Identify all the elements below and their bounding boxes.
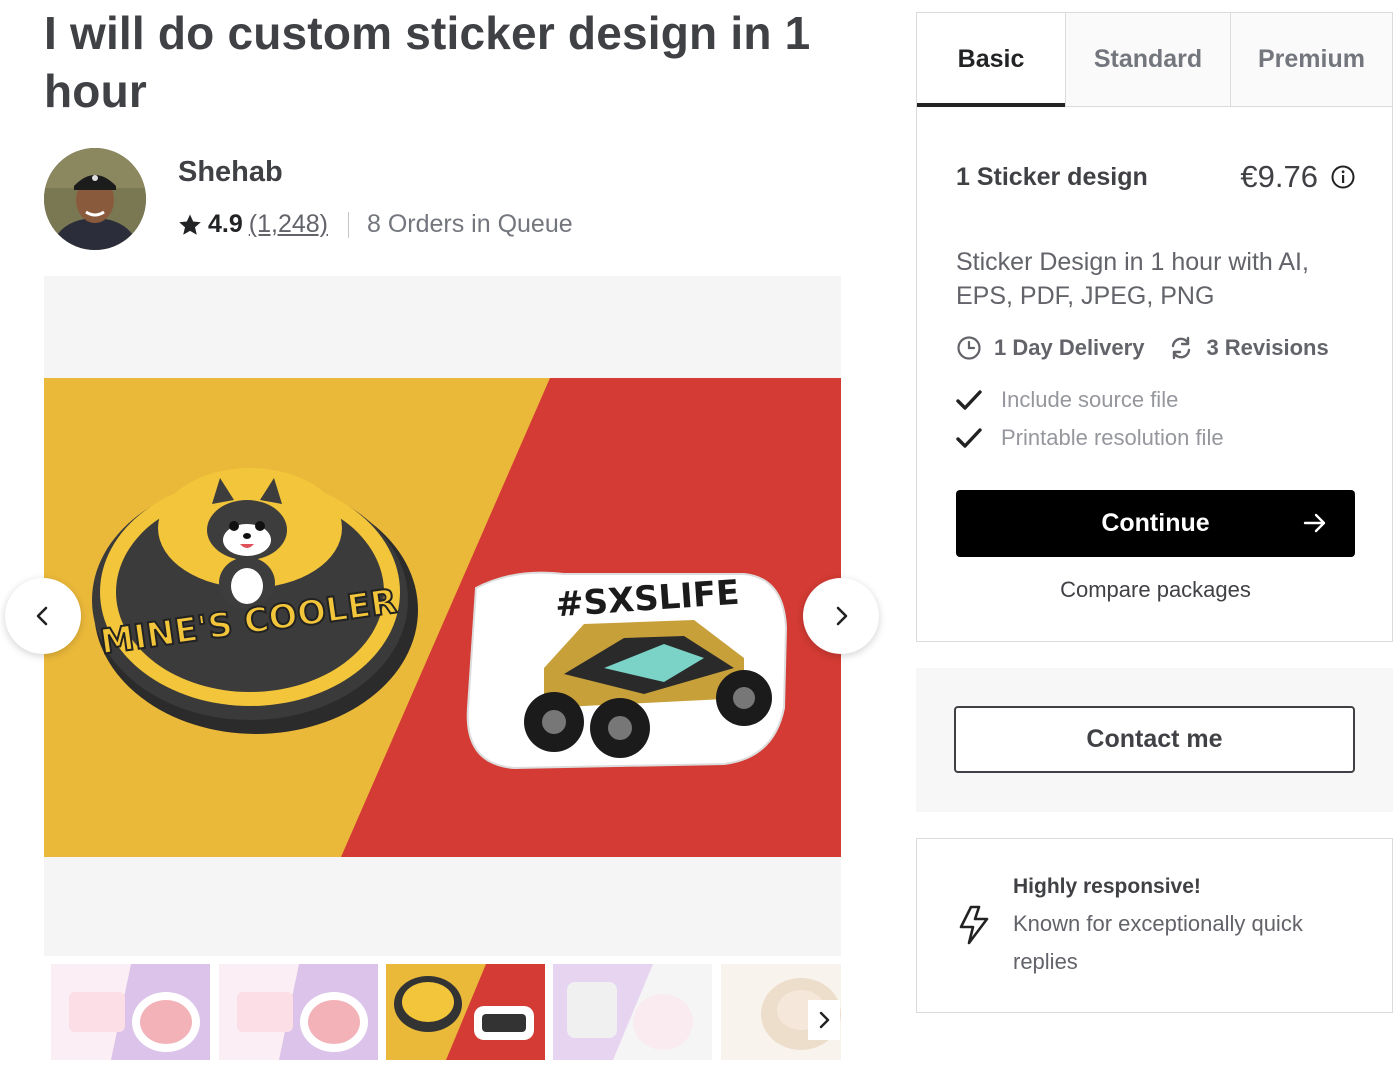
arrow-right-icon: [1303, 512, 1327, 534]
chevron-right-icon: [819, 1011, 830, 1029]
gallery-thumbnail[interactable]: [51, 964, 210, 1060]
star-icon: [179, 214, 201, 235]
chevron-left-icon: [36, 606, 48, 626]
info-icon[interactable]: [1330, 164, 1356, 190]
package-header: 1 Sticker design €9.76: [956, 159, 1356, 195]
orders-in-queue: 8 Orders in Queue: [366, 210, 573, 238]
feature-label: Printable resolution file: [1001, 425, 1224, 450]
package-meta: 1 Day Delivery 3 Revisions: [956, 335, 1329, 361]
delivery-time: 1 Day Delivery: [994, 335, 1145, 360]
revisions-count: 3 Revisions: [1206, 335, 1329, 360]
gallery-thumbnail-active[interactable]: [386, 964, 545, 1060]
thumbnails-next-button[interactable]: [808, 1000, 840, 1040]
compare-packages-link[interactable]: Compare packages: [956, 577, 1355, 603]
gallery-thumbnails: [51, 964, 841, 1060]
gallery-prev-button[interactable]: [5, 578, 81, 654]
package-price-wrap: €9.76: [1240, 159, 1356, 195]
seller-overview: Shehab 4.9 (1,248) 8 Orders in Queue: [44, 148, 844, 252]
seller-name[interactable]: Shehab: [178, 156, 283, 189]
feature-label: Include source file: [1001, 387, 1179, 412]
package-card: Basic Standard Premium 1 Sticker design …: [916, 12, 1393, 642]
package-feature: Printable resolution file: [956, 425, 1224, 451]
gallery-main-image: MINE'S COOLER #SXSLIFE: [44, 378, 841, 857]
rating-divider: [347, 211, 349, 238]
responsive-title: Highly responsive!: [1013, 875, 1201, 898]
gig-title: I will do custom sticker design in 1 hou…: [44, 7, 811, 117]
tab-premium[interactable]: Premium: [1230, 13, 1392, 106]
check-icon: [956, 389, 1001, 411]
gallery-thumbnail[interactable]: [219, 964, 378, 1060]
package-feature: Include source file: [956, 387, 1178, 413]
package-tabs: Basic Standard Premium: [917, 13, 1392, 107]
seller-avatar[interactable]: [44, 148, 146, 250]
responsive-text: Known for exceptionally quick replies: [1013, 911, 1303, 974]
clock-icon: [956, 335, 982, 361]
lightning-icon: [957, 905, 991, 950]
rating-value: 4.9: [208, 210, 243, 238]
tab-standard[interactable]: Standard: [1065, 13, 1230, 106]
contact-me-button[interactable]: Contact me: [954, 706, 1355, 773]
seller-rating-row: 4.9 (1,248) 8 Orders in Queue: [178, 210, 573, 239]
package-description: Sticker Design in 1 hour with AI, EPS, P…: [956, 248, 1309, 310]
contact-section: Contact me: [916, 668, 1393, 812]
tab-basic[interactable]: Basic: [917, 13, 1065, 107]
continue-button[interactable]: Continue: [956, 490, 1355, 557]
gallery-thumbnail[interactable]: [553, 964, 712, 1060]
continue-label: Continue: [1101, 509, 1210, 537]
responsive-badge-card: Highly responsive! Known for exceptional…: [916, 838, 1393, 1013]
gig-gallery: MINE'S COOLER #SXSLIFE: [44, 276, 841, 956]
check-icon: [956, 427, 1001, 449]
chevron-right-icon: [836, 606, 848, 626]
review-count-link[interactable]: (1,248): [249, 210, 328, 239]
package-price: €9.76: [1240, 159, 1318, 194]
refresh-icon: [1168, 335, 1194, 361]
gallery-next-button[interactable]: [803, 578, 879, 654]
package-name: 1 Sticker design: [956, 162, 1148, 191]
